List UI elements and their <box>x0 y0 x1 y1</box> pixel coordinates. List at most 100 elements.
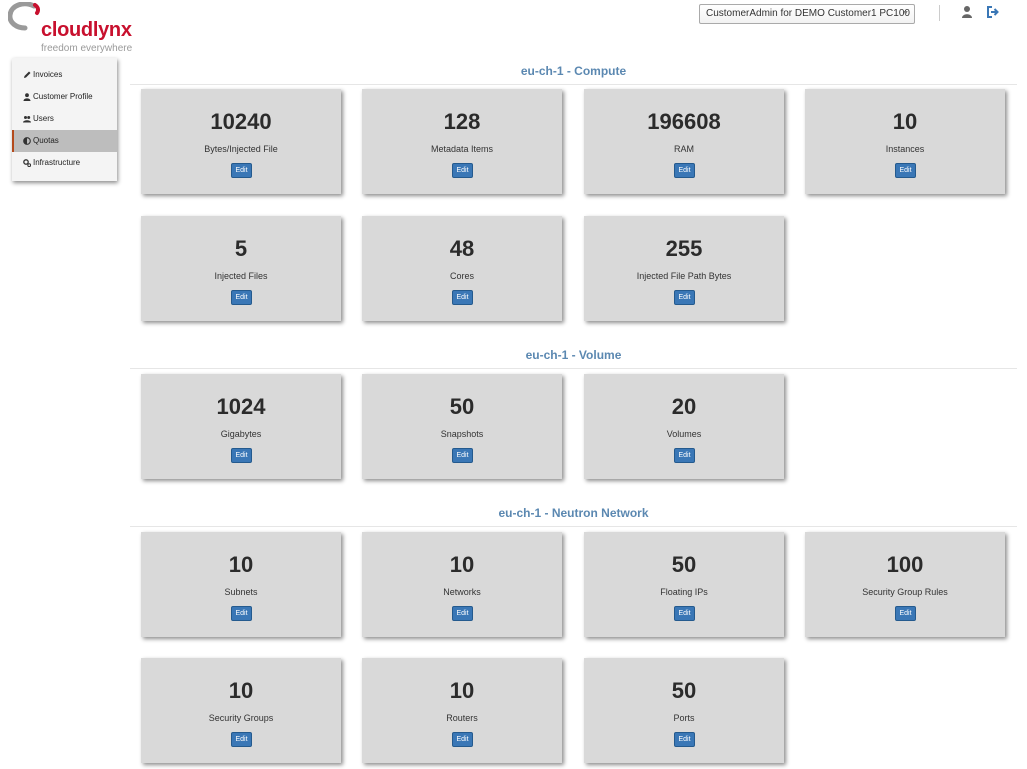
quota-card-instances: 10 Instances Edit <box>805 89 1005 194</box>
quota-value: 50 <box>671 678 697 703</box>
logo-swoosh-icon <box>8 2 41 31</box>
edit-button[interactable]: Edit <box>674 290 695 305</box>
edit-button[interactable]: Edit <box>674 163 695 178</box>
quota-card-metadata-items: 128 Metadata Items Edit <box>362 89 562 194</box>
quota-value: 196608 <box>647 109 721 134</box>
edit-button[interactable]: Edit <box>231 606 252 621</box>
quota-card-gigabytes: 1024 Gigabytes Edit <box>141 374 341 479</box>
user-icon[interactable] <box>960 5 974 19</box>
quota-value: 50 <box>449 394 475 419</box>
quota-label: Injected File Path Bytes <box>636 271 732 281</box>
quota-value: 5 <box>234 236 248 261</box>
edit-button[interactable]: Edit <box>231 290 252 305</box>
quota-label: Metadata Items <box>430 144 494 154</box>
sidebar-item-users[interactable]: Users <box>12 108 117 130</box>
quota-value: 50 <box>671 552 697 577</box>
edit-button[interactable]: Edit <box>674 448 695 463</box>
edit-button[interactable]: Edit <box>452 163 473 178</box>
quota-value: 10 <box>892 109 918 134</box>
quota-value: 48 <box>449 236 475 261</box>
adjust-icon <box>23 137 31 145</box>
edit-button[interactable]: Edit <box>674 732 695 747</box>
edit-button[interactable]: Edit <box>452 290 473 305</box>
quota-card-security-group-rules: 100 Security Group Rules Edit <box>805 532 1005 637</box>
quota-card-subnets: 10 Subnets Edit <box>141 532 341 637</box>
quota-value: 10 <box>228 552 254 577</box>
sidebar-item-label: Invoices <box>33 70 63 79</box>
edit-button[interactable]: Edit <box>231 163 252 178</box>
quota-label: Snapshots <box>440 429 484 439</box>
quota-value: 10 <box>449 552 475 577</box>
quota-card-ram: 196608 RAM Edit <box>584 89 784 194</box>
sidebar-item-infrastructure[interactable]: Infrastructure <box>12 152 117 174</box>
cogs-icon <box>23 159 31 167</box>
sidebar-item-label: Customer Profile <box>33 92 93 101</box>
sidebar-item-invoices[interactable]: Invoices <box>12 64 117 86</box>
section-divider <box>130 526 1017 527</box>
quota-value: 100 <box>886 552 924 577</box>
quota-value: 20 <box>671 394 697 419</box>
quota-label: Injected Files <box>214 271 268 281</box>
quota-card-injected-files: 5 Injected Files Edit <box>141 216 341 321</box>
quota-card-routers: 10 Routers Edit <box>362 658 562 763</box>
quota-label: RAM <box>674 144 694 154</box>
quota-value: 1024 <box>216 394 266 419</box>
brand-name: cloudlynx <box>41 19 132 41</box>
header-divider <box>939 5 940 21</box>
sidebar-item-quotas[interactable]: Quotas <box>12 130 117 152</box>
quota-label: Security Groups <box>208 713 274 723</box>
quota-label: Instances <box>885 144 925 154</box>
section-divider <box>130 84 1017 85</box>
sidebar-nav: Invoices Customer Profile Users Quotas I… <box>12 58 117 181</box>
edit-button[interactable]: Edit <box>231 732 252 747</box>
users-icon <box>23 116 31 123</box>
pencil-icon <box>24 71 31 78</box>
quota-card-injected-file-path-bytes: 255 Injected File Path Bytes Edit <box>584 216 784 321</box>
section-divider <box>130 368 1017 369</box>
quota-label: Gigabytes <box>220 429 262 439</box>
quota-card-bytes-injected-file: 10240 Bytes/Injected File Edit <box>141 89 341 194</box>
quota-label: Ports <box>673 713 695 723</box>
sidebar-item-label: Infrastructure <box>33 158 81 167</box>
section-title-neutron-network: eu-ch-1 - Neutron Network <box>498 506 649 520</box>
edit-button[interactable]: Edit <box>895 163 916 178</box>
quota-value: 128 <box>443 109 481 134</box>
edit-button[interactable]: Edit <box>452 732 473 747</box>
account-selector-value: CustomerAdmin for DEMO Customer1 PC100 <box>706 8 910 19</box>
edit-button[interactable]: Edit <box>895 606 916 621</box>
cloudlynx-logo[interactable]: cloudlynx freedom everywhere <box>8 2 143 54</box>
quota-value: 10240 <box>210 109 272 134</box>
quota-card-cores: 48 Cores Edit <box>362 216 562 321</box>
chevron-down-icon: ▼ <box>902 10 909 17</box>
quota-card-security-groups: 10 Security Groups Edit <box>141 658 341 763</box>
user-icon <box>23 93 31 101</box>
quota-card-networks: 10 Networks Edit <box>362 532 562 637</box>
quota-label: Subnets <box>224 587 258 597</box>
quota-card-ports: 50 Ports Edit <box>584 658 784 763</box>
quota-value: 10 <box>449 678 475 703</box>
edit-button[interactable]: Edit <box>674 606 695 621</box>
quota-label: Routers <box>446 713 478 723</box>
sign-out-icon[interactable] <box>986 5 1000 19</box>
section-title-compute: eu-ch-1 - Compute <box>520 64 627 78</box>
quota-value: 255 <box>665 236 703 261</box>
brand-tagline: freedom everywhere <box>41 43 133 54</box>
quota-card-floating-ips: 50 Floating IPs Edit <box>584 532 784 637</box>
edit-button[interactable]: Edit <box>231 448 252 463</box>
quota-value: 10 <box>228 678 254 703</box>
edit-button[interactable]: Edit <box>452 448 473 463</box>
account-selector[interactable]: CustomerAdmin for DEMO Customer1 PC100 ▼ <box>699 4 915 24</box>
sidebar-item-label: Quotas <box>33 136 59 145</box>
sidebar-item-label: Users <box>33 114 54 123</box>
sidebar-item-customer-profile[interactable]: Customer Profile <box>12 86 117 108</box>
edit-button[interactable]: Edit <box>452 606 473 621</box>
quota-label: Bytes/Injected File <box>204 144 278 154</box>
quota-label: Security Group Rules <box>862 587 948 597</box>
quota-label: Volumes <box>666 429 702 439</box>
section-title-volume: eu-ch-1 - Volume <box>525 348 622 362</box>
quota-label: Networks <box>443 587 481 597</box>
quota-label: Cores <box>449 271 474 281</box>
quota-card-snapshots: 50 Snapshots Edit <box>362 374 562 479</box>
quota-label: Floating IPs <box>660 587 708 597</box>
quota-card-volumes: 20 Volumes Edit <box>584 374 784 479</box>
